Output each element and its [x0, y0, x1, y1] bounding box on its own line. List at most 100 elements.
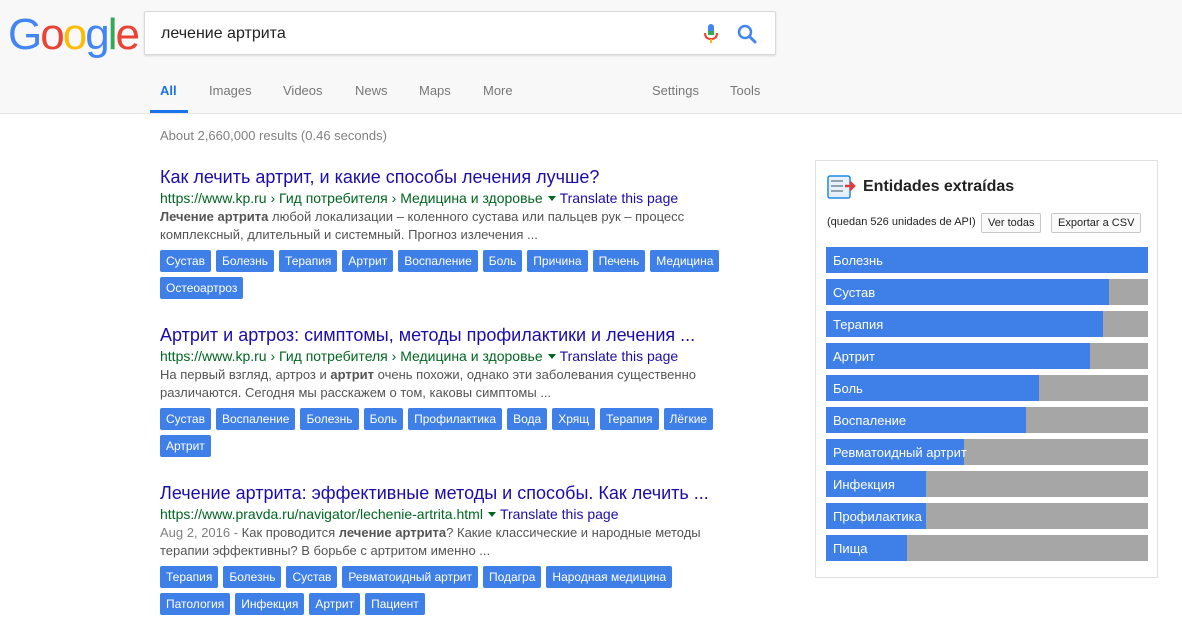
- tab-images[interactable]: Images: [209, 83, 252, 98]
- entity-bar-label: Терапия: [833, 317, 884, 332]
- tab-videos[interactable]: Videos: [283, 83, 323, 98]
- translate-link[interactable]: Translate this page: [560, 190, 679, 206]
- result-stats: About 2,660,000 results (0.46 seconds): [160, 128, 387, 143]
- logo-letter: e: [115, 10, 140, 59]
- api-quota-text: (quedan 526 unidades de API): [827, 216, 976, 228]
- entity-chip[interactable]: Артрит: [160, 435, 211, 457]
- entity-chip[interactable]: Пациент: [365, 593, 425, 615]
- dropdown-caret-icon[interactable]: [547, 353, 556, 359]
- search-result: Артрит и артроз: симптомы, методы профил…: [160, 324, 750, 462]
- entity-chip[interactable]: Сустав: [286, 566, 338, 588]
- tab-settings[interactable]: Settings: [652, 83, 699, 98]
- logo-letter: o: [40, 10, 65, 59]
- entity-chip[interactable]: Боль: [363, 408, 404, 430]
- entity-bar-label: Боль: [833, 381, 863, 396]
- entity-bar[interactable]: Пища: [826, 535, 1148, 561]
- tab-more[interactable]: More: [483, 83, 513, 98]
- tab-all[interactable]: All: [160, 83, 177, 98]
- result-url: https://www.pravda.ru/navigator/lechenie…: [160, 506, 483, 522]
- entities-panel: Entidades extraídas (quedan 526 unidades…: [815, 160, 1158, 578]
- result-url: https://www.kp.ru › Гид потребителя › Ме…: [160, 348, 543, 364]
- entity-chip[interactable]: Профилактика: [408, 408, 503, 430]
- logo-letter: g: [85, 10, 110, 59]
- entity-bar-label: Пища: [833, 541, 868, 556]
- result-title-link[interactable]: Лечение артрита: эффективные методы и сп…: [160, 482, 750, 504]
- entity-bar[interactable]: Инфекция: [826, 471, 1148, 497]
- entity-chip[interactable]: Причина: [527, 250, 588, 272]
- export-csv-button[interactable]: Exportar a CSV: [1051, 213, 1142, 233]
- tab-maps[interactable]: Maps: [419, 83, 451, 98]
- translate-link[interactable]: Translate this page: [500, 506, 619, 522]
- entity-chip[interactable]: Артрит: [342, 250, 394, 272]
- result-snippet: На первый взгляд, артроз и артрит очень …: [160, 366, 750, 402]
- search-result: Лечение артрита: эффективные методы и сп…: [160, 482, 750, 620]
- search-input[interactable]: [159, 21, 683, 47]
- result-date: Aug 2, 2016 -: [160, 525, 242, 540]
- entity-bar[interactable]: Боль: [826, 375, 1148, 401]
- entity-bar[interactable]: Сустав: [826, 279, 1148, 305]
- entity-chip[interactable]: Печень: [592, 250, 646, 272]
- entity-chip[interactable]: Инфекция: [235, 593, 305, 615]
- result-url-line: https://www.kp.ru › Гид потребителя › Ме…: [160, 346, 750, 366]
- entity-chip[interactable]: Ревматоидный артрит: [342, 566, 478, 588]
- entity-chip[interactable]: Болезнь: [300, 408, 359, 430]
- logo-letter: G: [8, 10, 42, 59]
- search-icon[interactable]: [735, 22, 759, 46]
- entity-chip[interactable]: Подагра: [482, 566, 542, 588]
- entity-chip[interactable]: Медицина: [650, 250, 720, 272]
- entity-chip[interactable]: Воспаление: [215, 408, 296, 430]
- entity-chip[interactable]: Вода: [507, 408, 548, 430]
- result-title-link[interactable]: Артрит и артроз: симптомы, методы профил…: [160, 324, 750, 346]
- entity-chip[interactable]: Народная медицина: [546, 566, 673, 588]
- search-header: Google All Images Videos News Maps More …: [0, 0, 1182, 114]
- entity-chip[interactable]: Сустав: [160, 408, 211, 430]
- entity-chip[interactable]: Терапия: [160, 566, 219, 588]
- snippet-highlight: лечение артрита: [338, 525, 447, 540]
- entity-bar-label: Профилактика: [833, 509, 922, 524]
- entity-chip[interactable]: Терапия: [279, 250, 338, 272]
- microphone-icon[interactable]: [699, 22, 723, 46]
- snippet-highlight: Лечение артрита: [160, 209, 269, 224]
- entity-chip[interactable]: Остеоартроз: [160, 277, 244, 299]
- entity-chips: Терапия Болезнь Сустав Ревматоидный артрит П…: [160, 566, 750, 620]
- entity-bar[interactable]: Ревматоидный артрит: [826, 439, 1148, 465]
- result-url: https://www.kp.ru › Гид потребителя › Ме…: [160, 190, 543, 206]
- snippet-text: На первый взгляд, артроз и: [160, 367, 331, 382]
- entity-chip[interactable]: Артрит: [309, 593, 361, 615]
- entity-bar-label: Воспаление: [833, 413, 907, 428]
- entity-bar[interactable]: Артрит: [826, 343, 1148, 369]
- entity-bar[interactable]: Профилактика: [826, 503, 1148, 529]
- translate-link[interactable]: Translate this page: [560, 348, 679, 364]
- entity-chip[interactable]: Воспаление: [398, 250, 478, 272]
- entity-bar-label: Артрит: [833, 349, 876, 364]
- entity-chip[interactable]: Лёгкие: [663, 408, 714, 430]
- entity-bar-label: Инфекция: [833, 477, 895, 492]
- panel-title: Entidades extraídas: [863, 178, 1015, 195]
- dropdown-caret-icon[interactable]: [547, 195, 556, 201]
- entity-chip[interactable]: Патология: [160, 593, 231, 615]
- entity-chip[interactable]: Боль: [482, 250, 523, 272]
- google-logo[interactable]: Google: [8, 10, 140, 60]
- entity-chip[interactable]: Терапия: [600, 408, 659, 430]
- tab-tools[interactable]: Tools: [730, 83, 760, 98]
- active-tab-indicator: [150, 110, 188, 113]
- entity-chip[interactable]: Болезнь: [223, 566, 282, 588]
- entity-bar[interactable]: Воспаление: [826, 407, 1148, 433]
- entity-bar-label: Ревматоидный артрит: [833, 445, 967, 460]
- search-box[interactable]: [144, 11, 776, 55]
- result-snippet: Aug 2, 2016 - Как проводится лечение арт…: [160, 524, 750, 560]
- view-all-button[interactable]: Ver todas: [981, 213, 1042, 233]
- dropdown-caret-icon[interactable]: [487, 511, 496, 517]
- entity-chip[interactable]: Хрящ: [552, 408, 596, 430]
- entity-chip[interactable]: Сустав: [160, 250, 211, 272]
- entity-bar-label: Болезнь: [833, 253, 883, 268]
- snippet-highlight: артрит: [330, 367, 375, 382]
- entity-bar[interactable]: Болезнь: [826, 247, 1148, 273]
- result-snippet: Лечение артрита любой локализации – коле…: [160, 208, 750, 244]
- entity-chip[interactable]: Болезнь: [215, 250, 275, 272]
- entity-bar[interactable]: Терапия: [826, 311, 1148, 337]
- result-title-link[interactable]: Как лечить артрит, и какие способы лечен…: [160, 166, 750, 188]
- entity-bar-label: Сустав: [833, 285, 876, 300]
- entities-extract-icon: [827, 175, 856, 199]
- tab-news[interactable]: News: [355, 83, 388, 98]
